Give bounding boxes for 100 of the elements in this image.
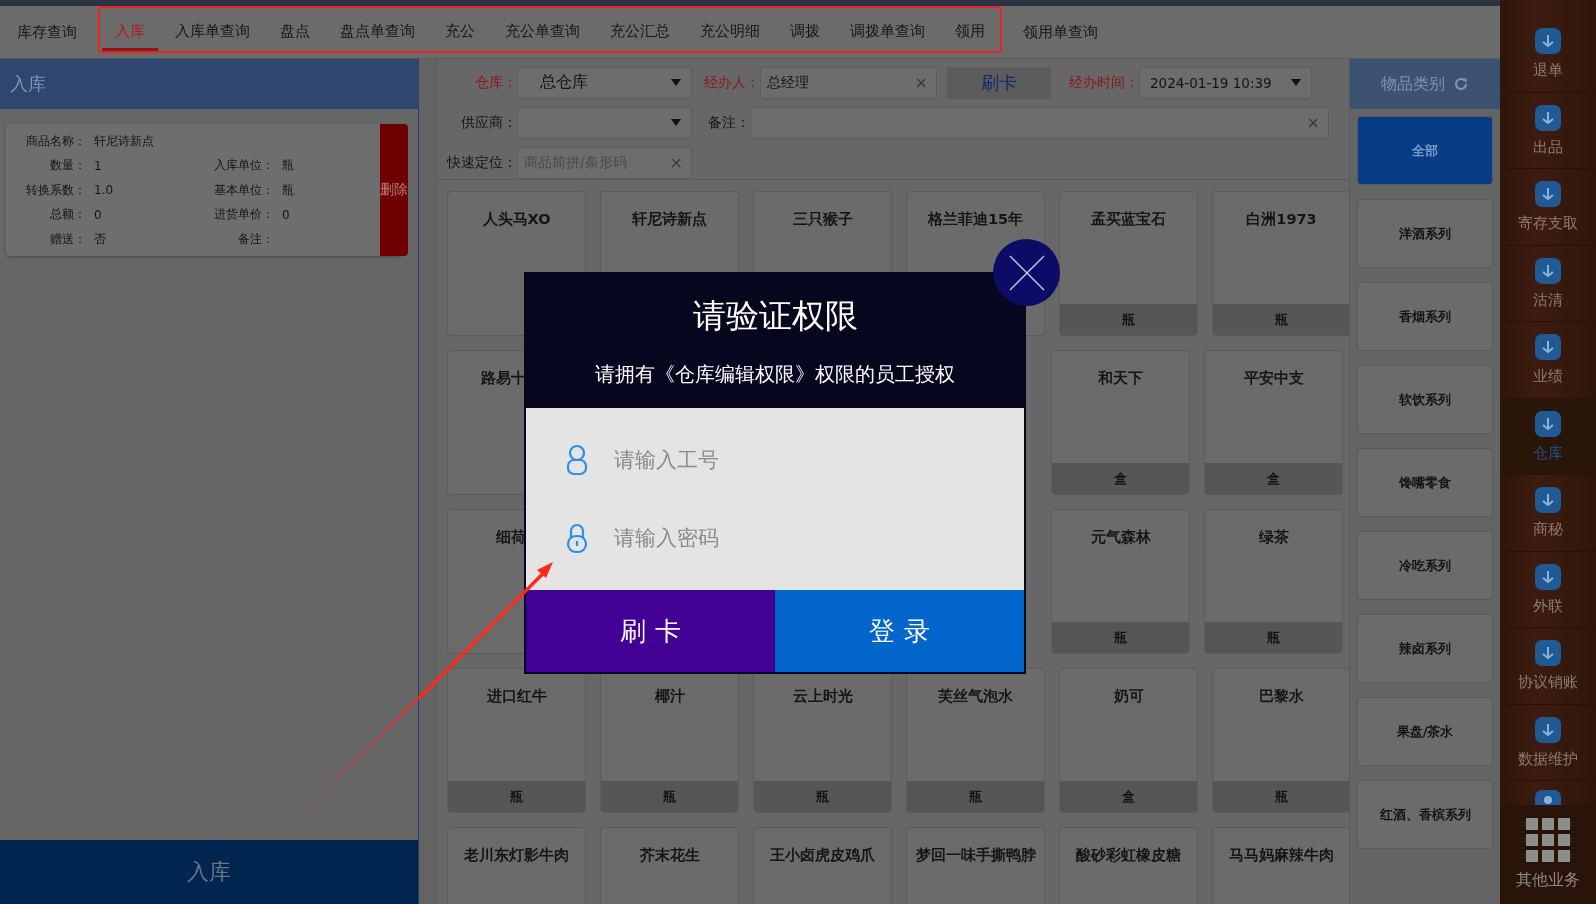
tab[interactable]: 充公汇总 xyxy=(597,8,683,51)
field-label: 经办时间： xyxy=(1068,73,1139,92)
sidebar-item[interactable]: 业绩 xyxy=(1500,322,1596,399)
product-card[interactable]: 老川东灯影牛肉 xyxy=(447,827,586,904)
tab[interactable]: 领用单查询 xyxy=(1010,6,1111,58)
product-card[interactable]: 巴黎水 瓶 xyxy=(1212,668,1351,813)
category-button[interactable]: 全部 xyxy=(1357,116,1493,185)
product-unit: 瓶 xyxy=(1122,310,1135,329)
product-name: 和天下 xyxy=(1097,369,1144,388)
clear-icon[interactable]: × xyxy=(912,73,930,92)
product-card[interactable]: 元气森林 瓶 xyxy=(1051,509,1190,654)
clear-icon[interactable]: × xyxy=(667,153,685,172)
sidebar-item[interactable]: 协议销账 xyxy=(1500,628,1596,705)
product-unit: 瓶 xyxy=(1114,628,1127,647)
field-label: 仓库： xyxy=(474,73,517,92)
product-name: 白洲1973 xyxy=(1245,210,1318,229)
field-label: 商品名称： xyxy=(25,132,86,150)
product-unit: 盒 xyxy=(1114,469,1127,488)
tab[interactable]: 领用 xyxy=(942,8,998,51)
panel-title: 入库 xyxy=(10,72,46,96)
tab[interactable]: 库存查询 xyxy=(4,6,90,58)
field-label: 经办人： xyxy=(703,73,760,92)
sidebar-item[interactable]: 商秘 xyxy=(1500,475,1596,552)
product-card[interactable]: 平安中支 盒 xyxy=(1204,350,1343,495)
product-card[interactable]: 进口红牛 瓶 xyxy=(447,668,586,813)
card-button[interactable]: 刷 卡 xyxy=(526,590,775,672)
remark-field[interactable]: × xyxy=(750,106,1329,139)
delete-button[interactable]: 删除 xyxy=(380,124,408,256)
tab[interactable]: 充公 xyxy=(432,8,488,51)
product-name: 梦回一味手撕鸭脖 xyxy=(914,846,1037,865)
tab[interactable]: 盘点 xyxy=(267,8,323,51)
category-button[interactable]: 香烟系列 xyxy=(1357,282,1493,351)
submit-button[interactable]: 入库 xyxy=(0,840,418,904)
product-card[interactable]: 和天下 盒 xyxy=(1051,350,1190,495)
tab[interactable]: 充公明细 xyxy=(687,8,773,51)
product-name: 细荷 xyxy=(495,528,526,547)
product-name: 芙丝气泡水 xyxy=(937,687,1014,706)
category-button[interactable]: 洋酒系列 xyxy=(1357,199,1493,268)
product-card[interactable]: 绿茶 瓶 xyxy=(1204,509,1343,654)
field-label: 备注： xyxy=(707,113,750,132)
product-name: 进口红牛 xyxy=(485,687,548,706)
sidebar-item[interactable]: 寄存支取 xyxy=(1500,169,1596,246)
clear-icon[interactable]: × xyxy=(1304,113,1322,132)
tab[interactable]: 调拨 xyxy=(777,8,833,51)
tab[interactable]: 盘点单查询 xyxy=(327,8,428,51)
product-card[interactable]: 白洲1973 瓶 xyxy=(1212,191,1351,336)
product-name: 轩尼诗新点 xyxy=(630,210,708,229)
field-label: 总额： xyxy=(49,206,86,223)
category-button[interactable]: 果盘/茶水 xyxy=(1357,697,1493,766)
product-card[interactable]: 马马妈麻辣牛肉 xyxy=(1212,827,1351,904)
field-label: 快速定位： xyxy=(445,153,517,172)
field-label: 转换系数： xyxy=(25,181,86,199)
product-unit: 瓶 xyxy=(1267,628,1280,647)
category-button[interactable]: 冷吃系列 xyxy=(1357,531,1493,600)
product-unit: 瓶 xyxy=(663,787,676,806)
product-unit: 盒 xyxy=(1122,787,1135,806)
product-card[interactable]: 奶可 盒 xyxy=(1059,668,1198,813)
login-button[interactable]: 登 录 xyxy=(775,590,1024,672)
category-button[interactable]: 红酒、香槟系列 xyxy=(1357,780,1493,849)
product-name: 人头马XO xyxy=(481,210,552,229)
product-name: 巴黎水 xyxy=(1258,687,1305,706)
product-name: 元气森林 xyxy=(1089,528,1152,547)
product-card[interactable]: 芙丝气泡水 瓶 xyxy=(906,668,1045,813)
product-card[interactable]: 王小卤虎皮鸡爪 xyxy=(753,827,892,904)
tab[interactable]: 充公单查询 xyxy=(492,8,593,51)
product-card[interactable]: 孟买蓝宝石 瓶 xyxy=(1059,191,1198,336)
field-value: 0 xyxy=(282,207,291,222)
product-card[interactable]: 酸砂彩虹橡皮糖 xyxy=(1059,827,1198,904)
panel-title: 物品类别 xyxy=(1381,73,1445,95)
field-label: 基本单位： xyxy=(213,181,274,199)
field-label: 赠送： xyxy=(49,230,86,248)
sidebar-item[interactable]: 外联 xyxy=(1500,551,1596,628)
field-value: 1.0 xyxy=(94,183,115,197)
field-value: 瓶 xyxy=(282,181,295,199)
tab[interactable]: 调拨单查询 xyxy=(837,8,938,51)
product-card[interactable]: 芥末花生 xyxy=(600,827,739,904)
sidebar-item[interactable]: 沽清 xyxy=(1500,245,1596,322)
category-button[interactable]: 馋嘴零食 xyxy=(1357,448,1493,517)
product-name: 云上时光 xyxy=(791,687,854,706)
tab[interactable]: 入库单查询 xyxy=(162,8,263,51)
category-button[interactable]: 辣卤系列 xyxy=(1357,614,1493,683)
product-unit: 瓶 xyxy=(510,787,523,806)
product-name: 王小卤虎皮鸡爪 xyxy=(769,846,876,865)
field-label: 入库单位： xyxy=(213,157,274,174)
field-label: 供应商： xyxy=(460,113,517,132)
sidebar-item[interactable]: 出品 xyxy=(1500,92,1596,169)
time-select[interactable]: 2024-01-19 10:39 xyxy=(1139,66,1312,99)
sidebar-item[interactable]: 仓库 xyxy=(1500,398,1596,475)
warehouse-select[interactable]: 总仓库 xyxy=(517,66,692,99)
product-card[interactable]: 梦回一味手撕鸭脖 xyxy=(906,827,1045,904)
product-name: 孟买蓝宝石 xyxy=(1090,210,1167,229)
sidebar-item[interactable]: 退单 xyxy=(1500,16,1596,93)
card-button[interactable]: 刷卡 xyxy=(947,66,1051,99)
handler-field[interactable]: 总经理 × xyxy=(760,66,937,99)
field-value: 瓶 xyxy=(282,157,295,174)
sidebar-item[interactable]: 数据维护 xyxy=(1500,704,1596,781)
category-button[interactable]: 软饮系列 xyxy=(1357,365,1493,434)
field-value: 0 xyxy=(94,207,103,222)
more-button[interactable]: 其他业务 xyxy=(1500,805,1596,904)
product-name: 老川东灯影牛肉 xyxy=(463,846,570,865)
